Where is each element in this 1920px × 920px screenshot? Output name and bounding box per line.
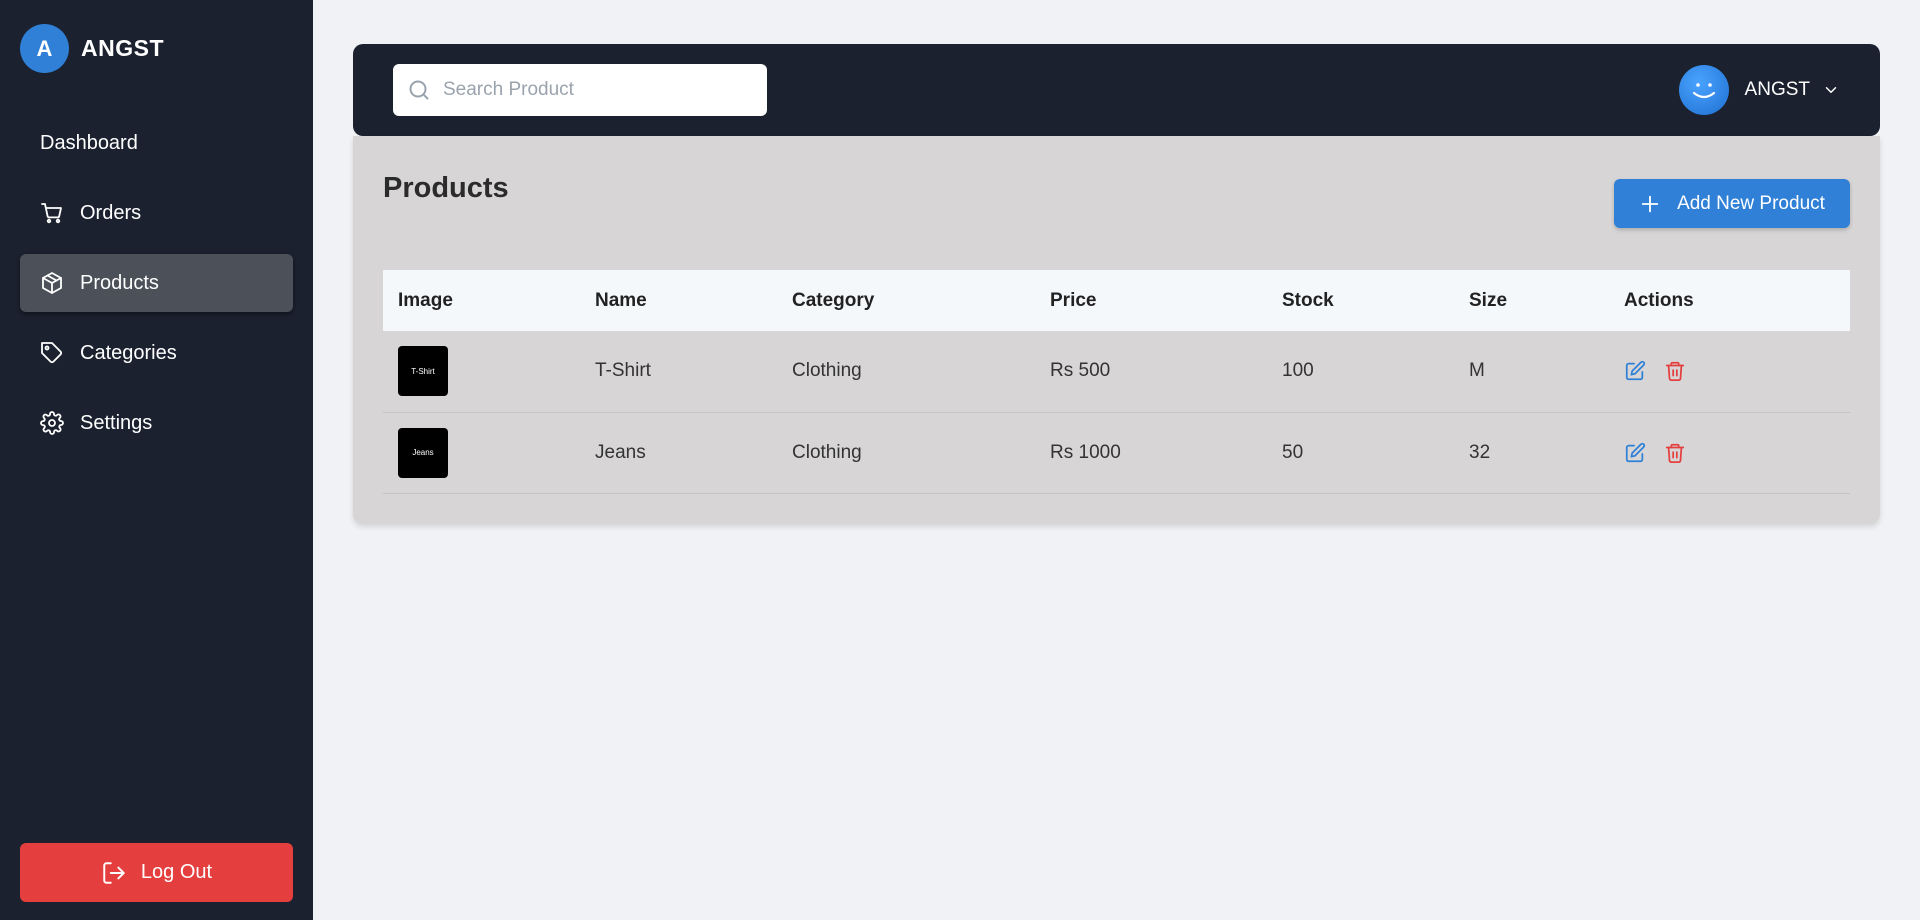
- column-header: Category: [792, 289, 875, 311]
- sidebar-item-label: Products: [80, 271, 159, 294]
- top-bar: ANGST: [353, 44, 1880, 136]
- products-table: Image Name Category Price Stock Size Act…: [383, 270, 1850, 494]
- plus-icon: [1641, 195, 1659, 212]
- row-actions: [1624, 442, 1850, 464]
- gear-icon: [40, 411, 64, 435]
- table-row: T-Shirt T-Shirt Clothing Rs 500 100 M: [383, 331, 1850, 412]
- column-header: Image: [398, 289, 453, 311]
- brand-avatar: A: [20, 24, 69, 73]
- column-header: Actions: [1624, 289, 1694, 311]
- row-actions: [1624, 360, 1850, 382]
- logout-icon: [103, 861, 125, 884]
- search-input[interactable]: [443, 79, 743, 101]
- sidebar-item-label: Dashboard: [40, 131, 138, 154]
- sidebar-item-label: Orders: [80, 201, 142, 224]
- column-header: Size: [1469, 289, 1508, 311]
- product-category: Clothing: [792, 360, 862, 382]
- user-menu[interactable]: ANGST: [1678, 64, 1840, 116]
- table-header-row: Image Name Category Price Stock Size Act…: [383, 270, 1850, 331]
- column-header: Price: [1050, 289, 1097, 311]
- sidebar-item-categories[interactable]: Categories: [20, 324, 293, 382]
- column-header: Name: [595, 289, 647, 311]
- sidebar-item-products[interactable]: Products: [20, 254, 293, 312]
- cart-icon: [40, 201, 64, 225]
- chevron-down-icon: [1825, 87, 1837, 93]
- product-stock: 50: [1282, 441, 1304, 463]
- column-header: Stock: [1282, 289, 1334, 311]
- product-name: Jeans: [595, 441, 646, 463]
- user-name: ANGST: [1744, 79, 1810, 100]
- sidebar-item-dashboard[interactable]: Dashboard: [20, 114, 293, 172]
- logout-label: Log Out: [140, 861, 213, 883]
- edit-icon[interactable]: [1624, 442, 1646, 464]
- tag-icon: [40, 341, 64, 365]
- product-size: M: [1469, 360, 1485, 382]
- brand-name: ANGST: [81, 35, 164, 61]
- table-row: Jeans Jeans Clothing Rs 1000 50 32: [383, 412, 1850, 493]
- logout-button[interactable]: Log Out: [20, 843, 293, 902]
- smiley-face-icon: [1692, 83, 1715, 99]
- product-name: T-Shirt: [595, 360, 651, 382]
- brand[interactable]: A ANGST: [20, 24, 164, 73]
- add-new-product-label: Add New Product: [1677, 192, 1825, 214]
- sidebar-item-orders[interactable]: Orders: [20, 184, 293, 242]
- sidebar-item-label: Settings: [80, 411, 153, 434]
- trash-icon[interactable]: [1664, 360, 1686, 382]
- trash-icon[interactable]: [1664, 442, 1686, 464]
- user-avatar: [1678, 65, 1729, 115]
- sidebar: A ANGST Dashboard Orders Products Catego…: [0, 0, 313, 920]
- search-icon: [409, 80, 429, 100]
- product-thumbnail: T-Shirt: [398, 346, 448, 397]
- search-box[interactable]: [393, 64, 767, 116]
- edit-icon[interactable]: [1624, 360, 1646, 382]
- sidebar-item-settings[interactable]: Settings: [20, 394, 293, 452]
- product-thumbnail: Jeans: [398, 427, 448, 478]
- add-new-product-button[interactable]: Add New Product: [1614, 179, 1850, 228]
- product-category: Clothing: [792, 441, 862, 463]
- products-card: Products Add New Product Image Name Cate…: [353, 136, 1880, 524]
- sidebar-item-label: Categories: [80, 341, 177, 364]
- product-size: 32: [1469, 441, 1491, 463]
- page-title: Products: [383, 172, 509, 204]
- box-icon: [40, 271, 64, 295]
- product-stock: 100: [1282, 360, 1314, 382]
- product-price: Rs 500: [1050, 360, 1111, 382]
- product-price: Rs 1000: [1050, 441, 1121, 463]
